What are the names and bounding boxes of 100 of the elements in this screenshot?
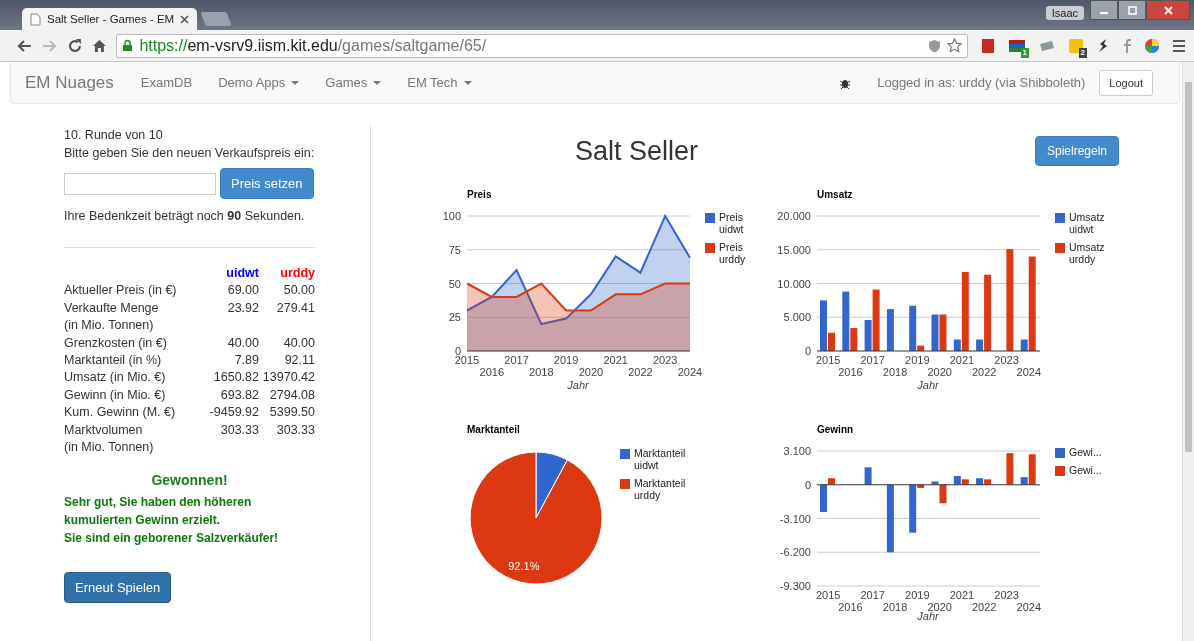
axis-tick-label: 2016 (838, 601, 863, 613)
nav-link[interactable]: Games (325, 75, 382, 90)
bar (864, 467, 872, 485)
maximize-button[interactable] (1118, 0, 1146, 20)
axis-tick-label: 2015 (815, 354, 841, 366)
result-message: kumulierten Gewinn erzielt. (64, 512, 222, 530)
axis-tick-label: 2016 (479, 366, 504, 378)
close-window-button[interactable] (1146, 0, 1190, 20)
axis-tick-label: 2023 (994, 354, 1019, 366)
axis-tick-label: 75 (448, 243, 461, 256)
axis-tick-label: 2020 (927, 601, 952, 613)
axis-tick-label: 2015 (815, 589, 841, 601)
browser-tab[interactable]: Salt Seller - Games - EM (22, 8, 198, 30)
axis-tick-label: 2019 (905, 589, 930, 601)
axis-tick-label: -6.200 (779, 546, 811, 559)
extension-icon[interactable] (1068, 37, 1084, 54)
menu-icon[interactable] (1172, 38, 1186, 53)
stat-note: (in Mio. Tonnen) (64, 317, 155, 335)
stat-value: 69.00 (226, 282, 259, 300)
nav-link[interactable]: EM Tech (407, 75, 472, 90)
axis-tick-label: 2017 (504, 354, 529, 366)
shield-icon[interactable] (928, 38, 941, 53)
result-message: Sie sind ein geborener Salzverkäufer! (64, 530, 280, 548)
stat-label: Marktvolumen (64, 421, 144, 439)
stat-label: Aktueller Preis (in €) (64, 282, 178, 300)
stat-label: Grenzkosten (in €) (64, 334, 168, 352)
stat-value: 40.00 (282, 334, 315, 352)
chart-title: Umsatz (817, 189, 853, 200)
nav-link[interactable]: Demo Apps (218, 75, 300, 90)
axis-tick-label: 2019 (905, 354, 930, 366)
extension-icon[interactable] (1008, 37, 1026, 54)
stat-value: 1650.82 (212, 369, 259, 387)
axis-tick-label: 2023 (994, 589, 1019, 601)
axis-tick-label: 2020 (927, 366, 952, 378)
back-icon[interactable] (16, 38, 32, 53)
profile-label[interactable]: Isaac (1045, 6, 1084, 20)
logout-button[interactable]: Logout (1099, 69, 1153, 96)
page-icon (30, 12, 41, 26)
axis-tick-label: 2015 (454, 354, 480, 366)
legend-label: Gewi... (1069, 464, 1103, 476)
axis-tick-label: 2024 (1016, 366, 1042, 378)
stat-value: 2794.08 (268, 386, 315, 404)
axis-title: Jahr (917, 379, 939, 391)
axis-tick-label: 10.000 (777, 277, 811, 290)
page-title: Salt Seller (575, 135, 699, 167)
axis-tick-label: 100 (442, 210, 461, 222)
time-left-text: Ihre Bedenkzeit beträgt noch 90 Sekunden. (64, 208, 306, 225)
stat-label: Verkaufte Menge (64, 299, 160, 317)
stat-label: Umsatz (in Mio. €) (64, 369, 167, 387)
price-input-field[interactable] (64, 172, 216, 195)
stat-value: -9459.92 (208, 404, 259, 422)
legend-label: Preis uidwt (719, 211, 745, 235)
chart-title: Gewinn (817, 424, 854, 435)
close-icon[interactable] (180, 14, 190, 24)
bar (1006, 453, 1014, 485)
legend-swatch (620, 449, 630, 459)
axis-tick-label: 2019 (553, 354, 579, 366)
nav-link[interactable]: ExamDB (140, 75, 193, 90)
stat-value: 23.92 (226, 299, 259, 317)
star-icon[interactable] (947, 38, 962, 53)
result-title: Gewonnen! (150, 472, 229, 489)
scrollbar[interactable] (1182, 62, 1194, 641)
url-text: https://em-vsrv9.iism.kit.edu/games/saltgame/65/ (139, 36, 487, 55)
extension-icon[interactable] (980, 37, 996, 54)
stat-value: 303.33 (275, 421, 315, 439)
home-icon[interactable] (91, 38, 107, 53)
tab-title: Salt Seller - Games - EM (47, 13, 175, 25)
stat-label: Marktanteil (in %) (64, 352, 163, 370)
maximize-icon (1127, 5, 1137, 15)
count-badge: 2 (1078, 47, 1087, 58)
axis-tick-label: -3.100 (779, 512, 811, 525)
stat-value: 50.00 (282, 282, 315, 300)
legend-label: Preis urddy (719, 241, 747, 265)
slice-label: 92.1% (508, 560, 540, 572)
result-message: Sehr gut, Sie haben den höheren (64, 494, 253, 512)
axis-tick-label: 2018 (529, 366, 554, 378)
axis-tick-label: 2022 (628, 366, 653, 378)
minimize-icon (1100, 12, 1108, 14)
axis-tick-label: 3.100 (783, 445, 811, 457)
rules-button[interactable]: Spielregeln (1034, 136, 1119, 166)
reload-icon[interactable] (67, 38, 82, 53)
axis-tick-label: 2021 (949, 589, 975, 601)
axis-tick-label: 2016 (838, 366, 863, 378)
set-price-button[interactable]: Preis setzen (220, 168, 314, 199)
axis-tick-label: 2022 (972, 366, 997, 378)
player-name: urddy (279, 265, 315, 282)
minimize-button[interactable] (1090, 0, 1118, 20)
axis-tick-label: 2024 (677, 366, 703, 378)
play-again-button[interactable]: Erneut Spielen (64, 572, 172, 604)
brand-link[interactable]: EM Nuages (25, 72, 114, 93)
stat-value: 5399.50 (268, 404, 315, 422)
axis-tick-label: 2022 (972, 601, 997, 613)
url-field[interactable]: https://em-vsrv9.iism.kit.edu/games/saltgame/65/ (116, 33, 968, 58)
axis-tick-label: 2017 (860, 589, 885, 601)
axis-tick-label: 0 (804, 478, 811, 491)
axis-tick-label: 2024 (1016, 601, 1042, 613)
axis-title: Jahr (917, 610, 939, 622)
legend-label: Marktanteil urddy (634, 477, 687, 501)
stat-value: 303.33 (219, 421, 259, 439)
axis-tick-label: 2023 (653, 354, 678, 366)
